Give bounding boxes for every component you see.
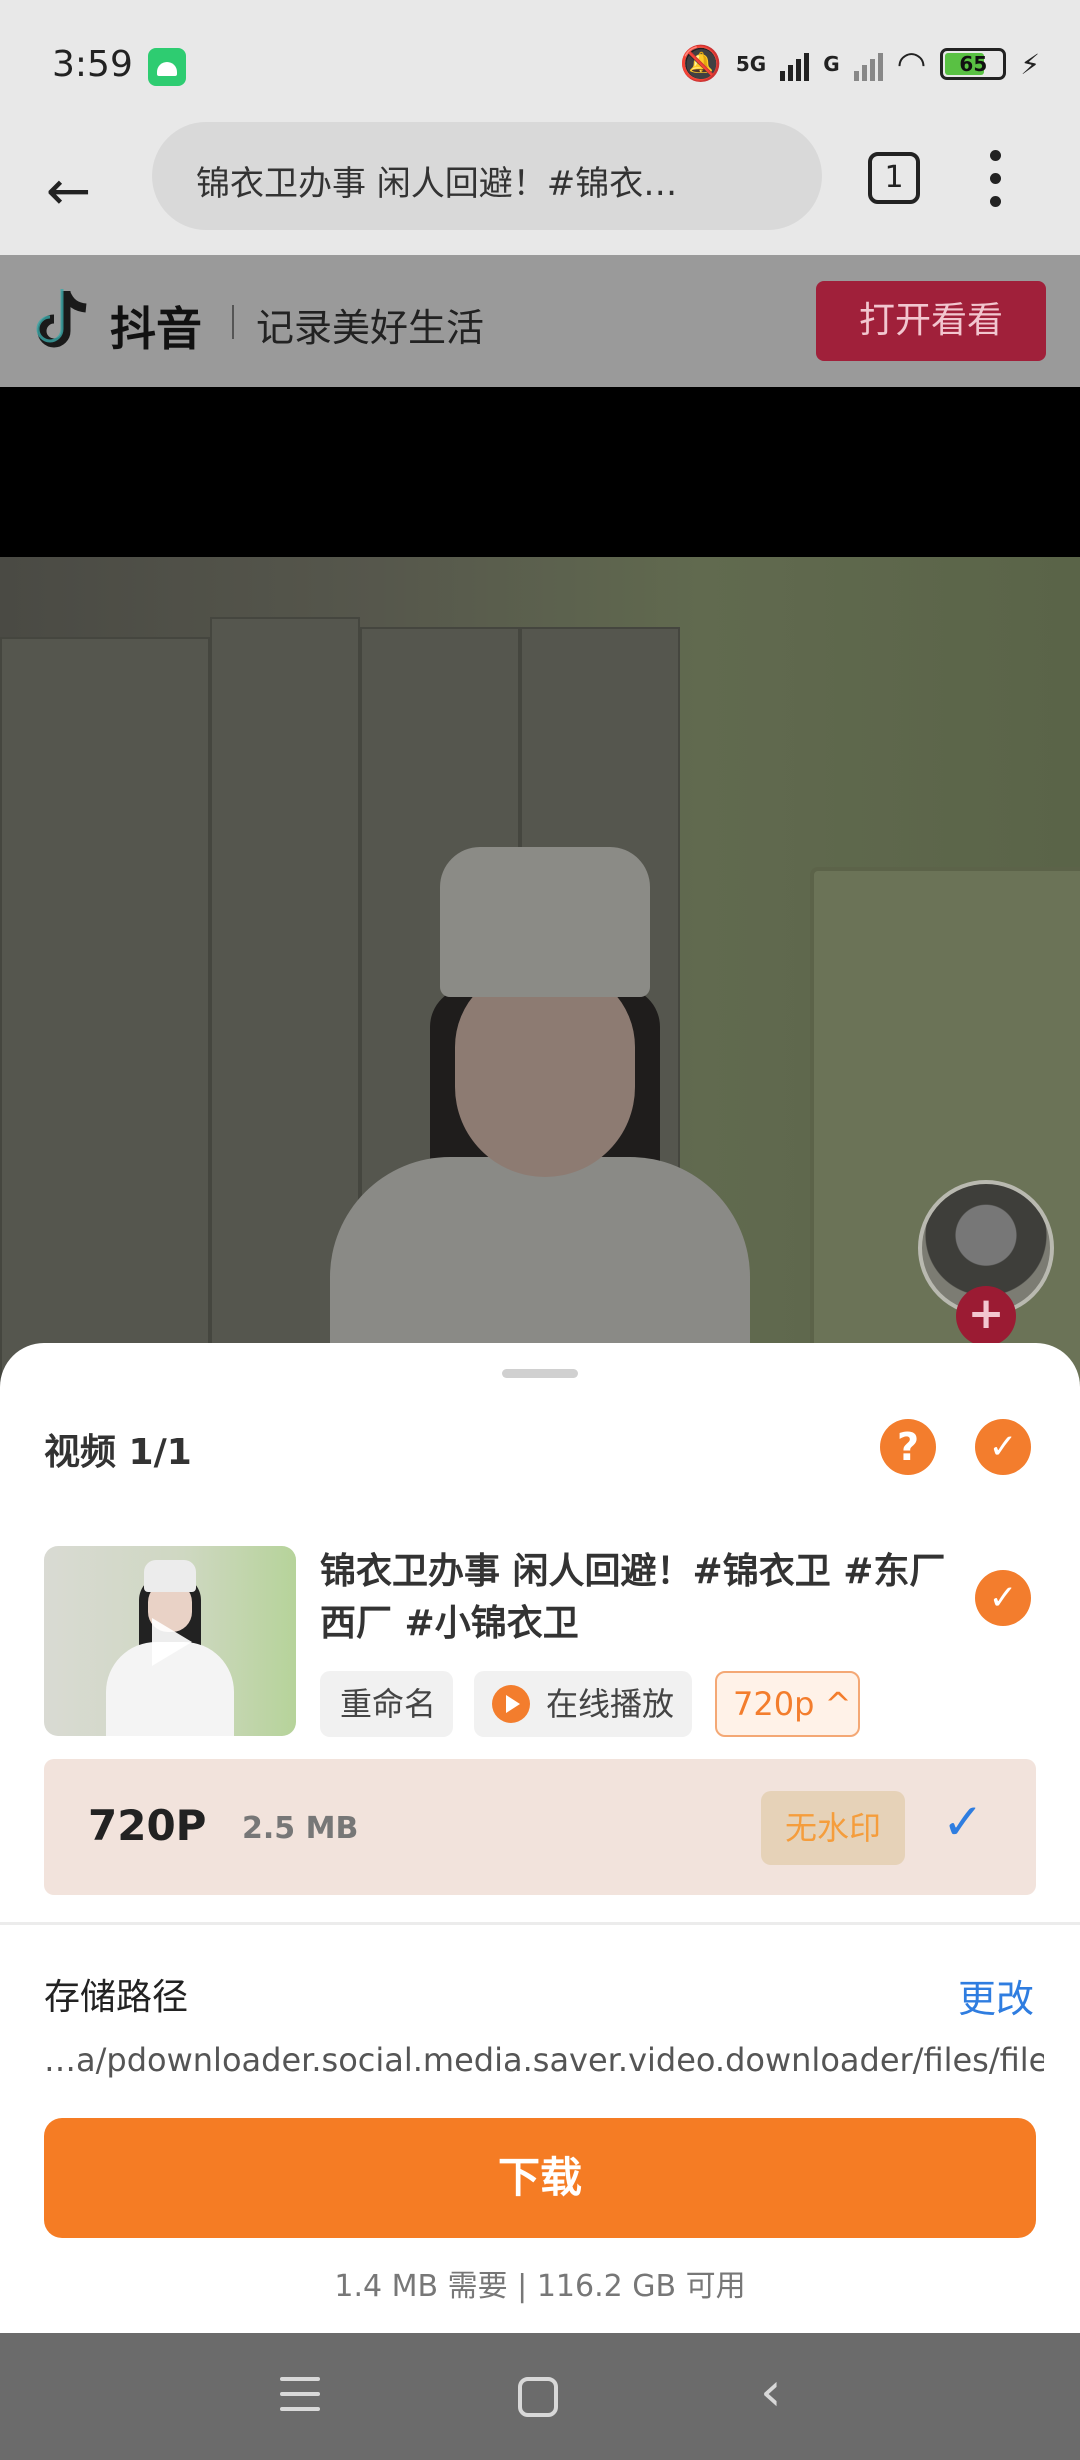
sheet-grabber[interactable] bbox=[502, 1369, 578, 1378]
quality-label: 720P bbox=[88, 1801, 207, 1850]
play-circle-icon bbox=[492, 1685, 530, 1723]
video-title: 锦衣卫办事 闲人回避！#锦衣卫 #东厂西厂 #小锦衣卫 bbox=[320, 1551, 946, 1644]
recent-apps-icon[interactable] bbox=[280, 2377, 320, 2422]
storage-space-info: 1.4 MB 需要 | 116.2 GB 可用 bbox=[334, 2269, 746, 2304]
quality-option-row[interactable]: 720P 2.5 MB 无水印 ✓ bbox=[44, 1759, 1036, 1895]
back-arrow-icon[interactable]: ← bbox=[46, 164, 91, 218]
play-online-button[interactable]: 在线播放 bbox=[474, 1671, 692, 1737]
no-watermark-badge: 无水印 bbox=[761, 1791, 905, 1865]
brand-divider bbox=[232, 305, 234, 339]
storage-path-value: …a/pdownloader.social.media.saver.video.… bbox=[44, 2041, 1044, 2079]
battery-icon: 65 bbox=[940, 48, 1007, 80]
video-frame bbox=[0, 557, 1080, 1407]
nav-back-icon[interactable]: ‹ bbox=[760, 2365, 782, 2419]
closet-panel bbox=[0, 637, 210, 1397]
url-text: 锦衣卫办事 闲人回避！#锦衣… bbox=[196, 164, 678, 204]
douyin-logo-icon bbox=[36, 289, 87, 348]
person-face bbox=[455, 967, 635, 1177]
door bbox=[810, 867, 1080, 1387]
more-options-icon[interactable] bbox=[990, 150, 1002, 210]
change-path-link[interactable]: 更改 bbox=[958, 1968, 1034, 2023]
person-hat bbox=[440, 847, 650, 997]
signal-2-icon bbox=[853, 47, 883, 81]
system-nav-bar: ‹ bbox=[0, 2333, 1080, 2460]
download-sheet: 视频 1/1 ? ✓ 锦衣卫办事 闲人回避！#锦衣卫 #东厂西厂 #小锦衣卫 ✓… bbox=[0, 1343, 1080, 2333]
play-online-label: 在线播放 bbox=[546, 1685, 675, 1723]
follow-plus-icon[interactable]: + bbox=[956, 1286, 1016, 1346]
divider bbox=[0, 1922, 1080, 1925]
storage-path-title: 存储路径 bbox=[44, 1977, 189, 2018]
url-field[interactable]: 锦衣卫办事 闲人回避！#锦衣… bbox=[152, 122, 822, 230]
play-icon bbox=[152, 1618, 192, 1666]
douyin-slogan: 记录美好生活 bbox=[256, 306, 485, 350]
quality-size: 2.5 MB bbox=[242, 1811, 359, 1846]
rename-button[interactable]: 重命名 bbox=[320, 1671, 453, 1737]
android-icon bbox=[148, 48, 186, 86]
douyin-brand: 抖音 bbox=[110, 302, 202, 356]
download-button[interactable]: 下载 bbox=[44, 2118, 1036, 2238]
network-2-label: G bbox=[823, 52, 840, 76]
mute-icon: 🔕 bbox=[679, 44, 722, 84]
video-thumbnail[interactable] bbox=[44, 1546, 296, 1736]
wifi-icon: ◠ bbox=[896, 44, 927, 84]
browser-toolbar: ← 锦衣卫办事 闲人回避！#锦衣… 1 bbox=[0, 120, 1080, 255]
quality-selector[interactable]: 720p ^ bbox=[715, 1671, 860, 1737]
network-1-label: 5G bbox=[735, 52, 767, 76]
charging-icon: ⚡ bbox=[1020, 47, 1040, 81]
status-icons: 🔕 5G G ◠ 65 ⚡ bbox=[680, 44, 1040, 84]
status-time: 3:59 bbox=[52, 44, 133, 85]
home-icon[interactable] bbox=[518, 2377, 558, 2417]
signal-icon bbox=[780, 47, 810, 81]
help-icon[interactable]: ? bbox=[880, 1419, 936, 1475]
douyin-banner: 抖音 记录美好生活 打开看看 bbox=[0, 255, 1080, 387]
sheet-title: 视频 1/1 bbox=[44, 1432, 192, 1473]
status-bar: 3:59 🔕 5G G ◠ 65 ⚡ bbox=[0, 0, 1080, 120]
select-all-check-icon[interactable]: ✓ bbox=[975, 1419, 1031, 1475]
item-check-icon[interactable]: ✓ bbox=[975, 1570, 1031, 1626]
open-app-button[interactable]: 打开看看 bbox=[816, 281, 1046, 361]
checkmark-icon: ✓ bbox=[942, 1793, 984, 1851]
battery-level: 65 bbox=[959, 52, 988, 76]
tab-count-button[interactable]: 1 bbox=[868, 152, 920, 204]
